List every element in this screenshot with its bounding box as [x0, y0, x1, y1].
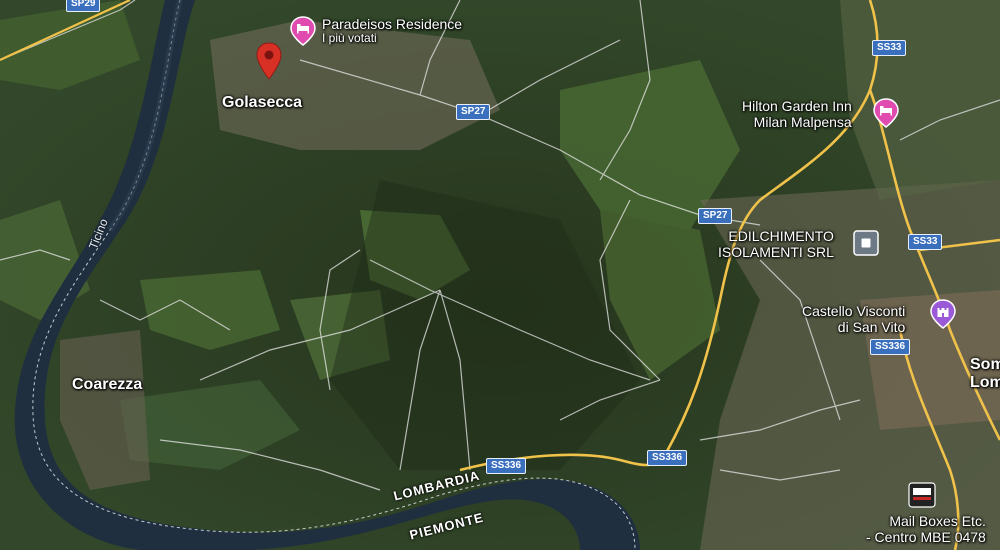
road-shield-ss33-north: SS33 [872, 40, 907, 56]
location-pin-icon[interactable] [256, 42, 282, 85]
road-shield-ss336-east: SS336 [870, 339, 911, 355]
satellite-map[interactable]: Golasecca Coarezza Som Lomb Paradeisos R… [0, 0, 1000, 550]
castle-icon[interactable] [930, 299, 956, 334]
place-label-somma-line1: Som [970, 356, 1000, 373]
road-shield-ss33-south: SS33 [908, 234, 943, 250]
poi-label-hilton[interactable]: Hilton Garden Inn Milan Malpensa [742, 98, 852, 130]
place-label-coarezza[interactable]: Coarezza [72, 376, 142, 394]
poi-label-mailboxes[interactable]: Mail Boxes Etc. - Centro MBE 0478 [866, 513, 986, 545]
road-shield-sp27-south: SP27 [698, 208, 733, 224]
poi-edilchimento-line1: EDILCHIMENTO [728, 228, 834, 244]
poi-label-edilchimento[interactable]: EDILCHIMENTO ISOLAMENTI SRL [718, 228, 834, 260]
poi-mailboxes-line1: Mail Boxes Etc. [889, 513, 986, 529]
poi-hilton-line2: Milan Malpensa [753, 114, 852, 131]
poi-label-paradeisos[interactable]: Paradeisos Residence I più votati [322, 16, 462, 46]
road-shield-sp29: SP29 [66, 0, 101, 12]
road-shield-ss336-middle: SS336 [647, 450, 688, 466]
poi-castello-line1: Castello Visconti [802, 303, 906, 319]
square-dot-icon[interactable] [853, 230, 879, 261]
mailboxes-logo-icon[interactable] [908, 482, 936, 513]
road-shield-sp27-north: SP27 [456, 104, 491, 120]
poi-paradeisos-subtitle: I più votati [322, 31, 377, 46]
hotel-bed-icon[interactable] [290, 16, 316, 51]
road-shield-ss336-west: SS336 [486, 458, 527, 474]
poi-edilchimento-line2: ISOLAMENTI SRL [718, 244, 834, 261]
poi-hilton-line1: Hilton Garden Inn [742, 98, 852, 114]
place-label-somma-lombardo[interactable]: Som Lomb [970, 356, 1000, 393]
place-label-golasecca[interactable]: Golasecca [222, 94, 302, 112]
poi-paradeisos-name: Paradeisos Residence [322, 16, 463, 32]
poi-label-castello[interactable]: Castello Visconti di San Vito [802, 303, 905, 335]
poi-mailboxes-line2: - Centro MBE 0478 [866, 529, 986, 546]
poi-castello-line2: di San Vito [837, 319, 906, 336]
place-label-somma-line2: Lomb [970, 374, 1000, 392]
hotel-bed-icon[interactable] [873, 98, 899, 133]
